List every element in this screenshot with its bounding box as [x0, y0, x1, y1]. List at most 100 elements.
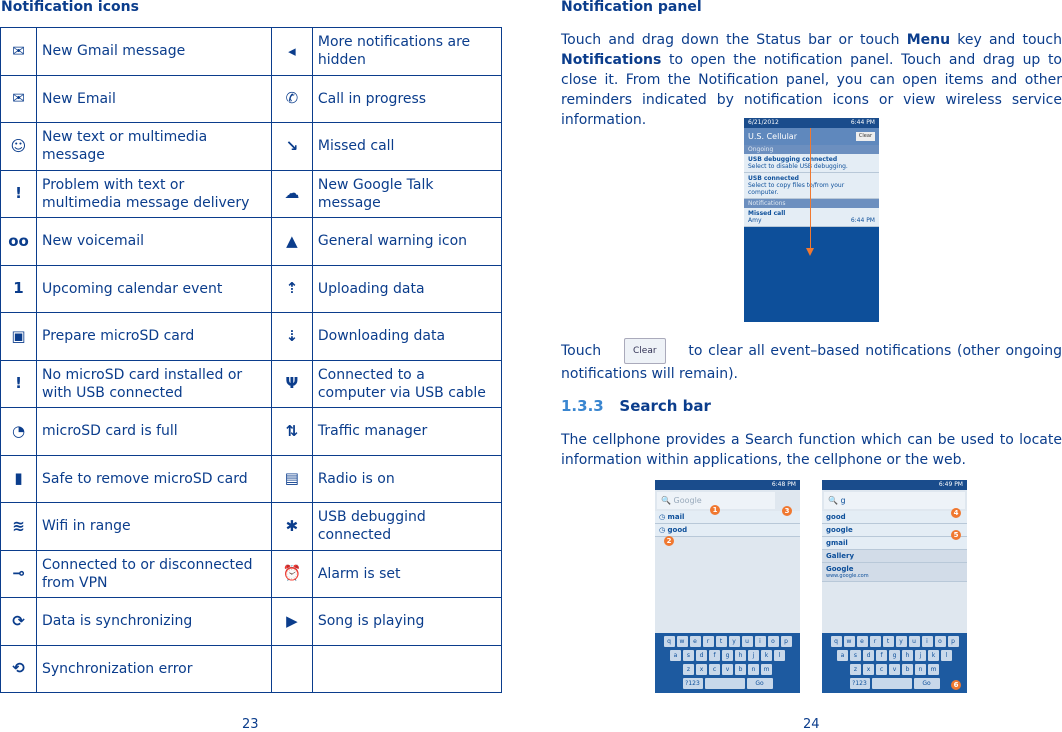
icon-cell: 1	[0, 264, 37, 313]
key: h	[735, 650, 746, 661]
key: w	[843, 636, 855, 647]
icon-cell: ⇅	[270, 407, 313, 456]
keyboard: q w e r t y u i o p a s d f g h j k l z x c v b n m ?123 Go	[655, 633, 800, 693]
description-cell: Data is synchronizing	[36, 597, 272, 646]
description-cell: Downloading data	[311, 312, 503, 361]
key: v	[889, 664, 900, 675]
icon-cell: ↘	[270, 122, 313, 171]
envelope-icon: ✉	[12, 89, 25, 108]
key: v	[722, 664, 733, 675]
key: o	[767, 636, 779, 647]
icon-cell: ▣	[0, 312, 37, 361]
warning-icon: ▲	[286, 231, 298, 250]
icon-cell: ✉	[0, 27, 37, 76]
key: q	[663, 636, 675, 647]
key: b	[902, 664, 913, 675]
icon-cell: ◔	[0, 407, 37, 456]
key: l	[941, 650, 952, 661]
alarm-icon: ⏰	[282, 564, 302, 583]
description-cell: Safe to remove microSD card	[36, 454, 272, 503]
talk-icon: ☁	[284, 184, 300, 203]
upload-icon: ⇡	[285, 279, 299, 298]
icon-cell: ⇣	[270, 312, 313, 361]
table-row: ▮ Safe to remove microSD card ▤ Radio is on	[0, 454, 503, 503]
missed-call-icon: ↘	[285, 136, 299, 155]
description-cell	[311, 644, 503, 693]
table-row: ✉ New Gmail message ◂ More notifications ar…	[0, 27, 503, 76]
key: n	[748, 664, 759, 675]
table-row: ≋ Wifi in range ✱ USB debuggind connected	[0, 502, 503, 551]
sms-error-icon: !	[15, 184, 22, 203]
icon-cell: ▶	[270, 597, 313, 646]
key: u	[908, 636, 920, 647]
voicemail-icon: oo	[8, 231, 29, 250]
key: r	[702, 636, 714, 647]
key: w	[676, 636, 688, 647]
description-cell: Uploading data	[311, 264, 503, 313]
key: p	[780, 636, 792, 647]
description-cell: New Gmail message	[36, 27, 272, 76]
key: s	[850, 650, 861, 661]
key: h	[902, 650, 913, 661]
search-screenshot-2: 6:49 PM 🔍 g good google gmail Gallery Go…	[822, 480, 967, 693]
icon-cell: oo	[0, 217, 37, 266]
table-row: ! No microSD card installed or with USB c…	[0, 359, 503, 408]
icon-cell: ▤	[270, 454, 313, 503]
phone-icon: ✆	[285, 89, 299, 108]
icon-cell: Ψ	[270, 359, 313, 408]
key: r	[869, 636, 881, 647]
table-row: oo New voicemail ▲ General warning icon	[0, 217, 503, 266]
description-cell: Synchronization error	[36, 644, 272, 693]
radio-icon: ▤	[284, 469, 299, 488]
description-cell: Connected to a computer via USB cable	[311, 359, 503, 408]
key: j	[748, 650, 759, 661]
icon-cell: ⇡	[270, 264, 313, 313]
table-row: 1 Upcoming calendar event ⇡ Uploading data	[0, 264, 503, 313]
icon-cell: ✉	[0, 74, 37, 123]
key: a	[670, 650, 681, 661]
description-cell: Prepare microSD card	[36, 312, 272, 361]
key: e	[856, 636, 868, 647]
vpn-icon: ⊸	[12, 564, 25, 583]
table-row: ✉ New Email ✆ Call in progress	[0, 74, 503, 123]
key: i	[921, 636, 933, 647]
key: z	[850, 664, 861, 675]
page-number-left: 23	[242, 717, 259, 732]
page-number-right: 24	[803, 717, 820, 732]
description-cell: More notifications are hidden	[311, 27, 503, 76]
intro-paragraph: Touch and drag down the Status bar or to…	[561, 32, 1062, 128]
description-cell: Traffic manager	[311, 407, 503, 456]
mail-icon: ✉	[12, 41, 25, 60]
key: n	[915, 664, 926, 675]
description-cell: Problem with text or multimedia message …	[36, 169, 272, 218]
key: c	[709, 664, 720, 675]
key: y	[728, 636, 740, 647]
traffic-icon: ⇅	[285, 421, 299, 440]
clear-paragraph: Touch Clear to clear all event–based not…	[561, 338, 1062, 384]
table-row: ! Problem with text or multimedia message…	[0, 169, 503, 218]
icon-cell: ☁	[270, 169, 313, 218]
icon-cell: ▮	[0, 454, 37, 503]
icon-cell: ▲	[270, 217, 313, 266]
download-icon: ⇣	[285, 326, 299, 345]
description-cell: Song is playing	[311, 597, 503, 646]
key: m	[928, 664, 939, 675]
icon-cell: ≋	[0, 502, 37, 551]
key: c	[876, 664, 887, 675]
key: p	[947, 636, 959, 647]
icon-cell: ⟳	[0, 597, 37, 646]
hidden-notifications-icon: ◂	[288, 41, 296, 60]
key: x	[863, 664, 874, 675]
calendar-icon: 1	[13, 279, 24, 298]
key: t	[715, 636, 727, 647]
description-cell: Alarm is set	[311, 549, 503, 598]
key: j	[915, 650, 926, 661]
bug-icon: ✱	[285, 516, 299, 535]
description-cell: Wifi in range	[36, 502, 272, 551]
key: f	[876, 650, 887, 661]
key: e	[689, 636, 701, 647]
key: s	[683, 650, 694, 661]
description-cell: New voicemail	[36, 217, 272, 266]
table-row: ◔ microSD card is full ⇅ Traffic manager	[0, 407, 503, 456]
icon-cell: ⟲	[0, 644, 37, 693]
